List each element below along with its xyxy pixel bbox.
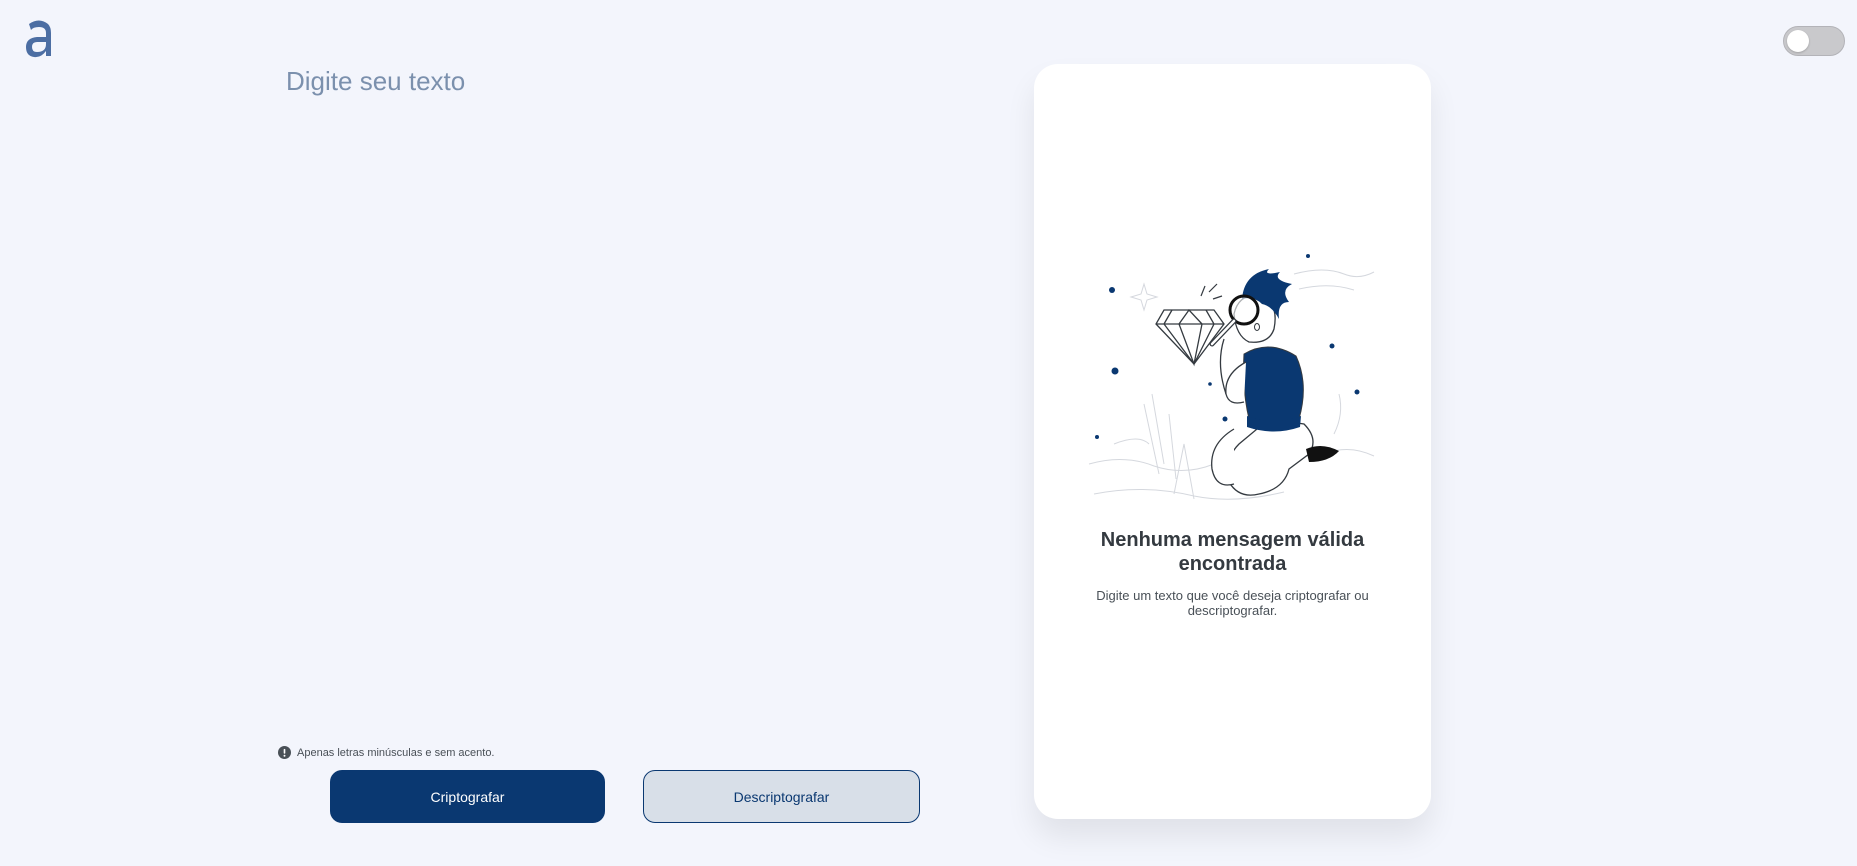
decrypt-button[interactable]: Descriptografar	[643, 770, 920, 823]
theme-toggle[interactable]	[1783, 26, 1845, 56]
output-panel: Nenhuma mensagem válida encontrada Digit…	[1034, 64, 1431, 819]
person-with-magnifying-glass-illustration	[1088, 254, 1375, 500]
hint-text: Apenas letras minúsculas e sem acento.	[297, 746, 495, 759]
info-icon	[278, 746, 291, 759]
alura-logo-icon[interactable]	[24, 18, 54, 60]
empty-state-description: Digite um texto que você deseja criptogr…	[1096, 588, 1369, 618]
input-hint: Apenas letras minúsculas e sem acento.	[278, 746, 495, 759]
message-input[interactable]	[286, 66, 926, 726]
encrypt-button[interactable]: Criptografar	[330, 770, 605, 823]
decrypt-button-label: Descriptografar	[733, 788, 830, 805]
empty-state-title: Nenhuma mensagem válida encontrada	[1100, 529, 1365, 575]
toggle-knob	[1787, 30, 1809, 52]
encrypt-button-label: Criptografar	[430, 788, 505, 805]
